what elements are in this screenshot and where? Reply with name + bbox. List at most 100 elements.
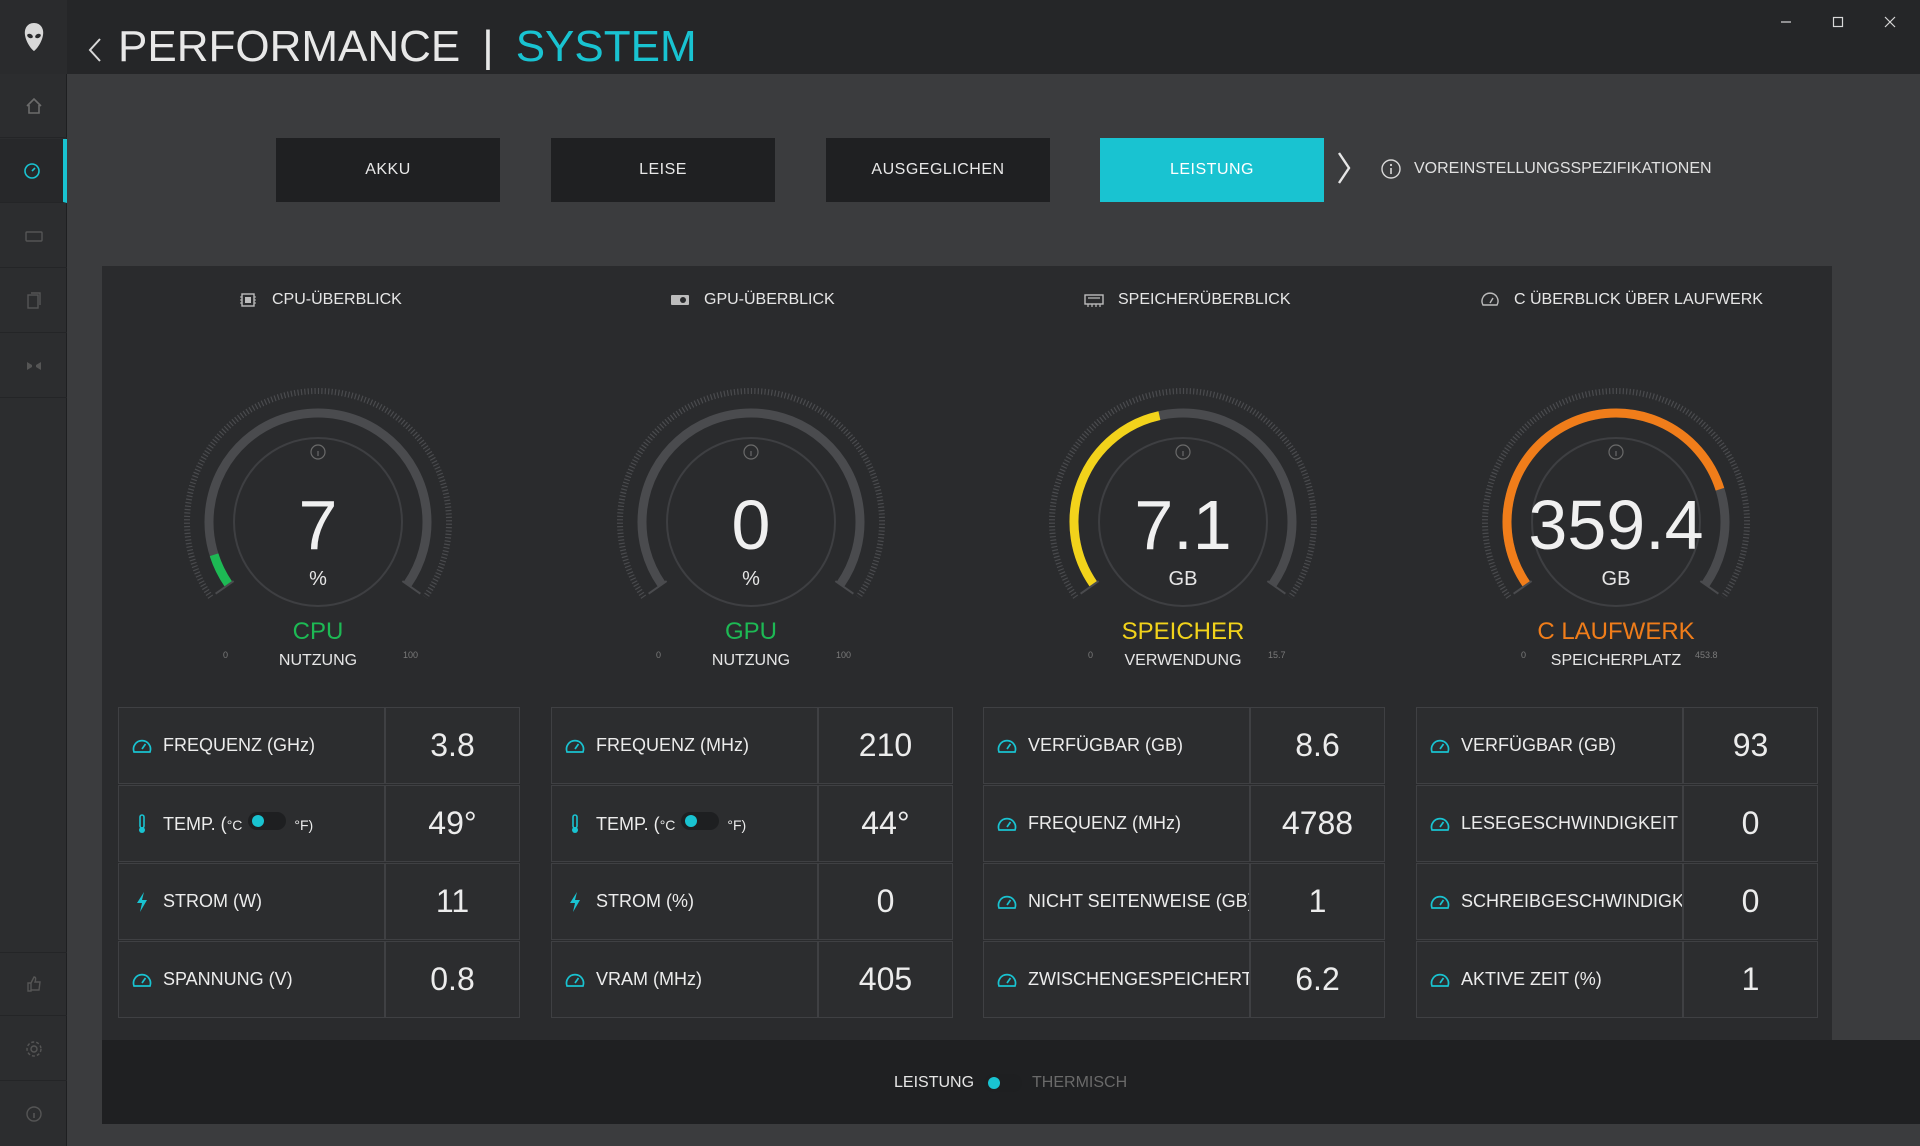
cpu-power-label: STROM (W) xyxy=(163,891,262,911)
speedometer-icon xyxy=(997,973,1017,987)
cpu-temp-unit-toggle[interactable] xyxy=(248,812,287,830)
memory-gauge-min: 0 xyxy=(1088,650,1094,660)
memory-frequency-label: FREQUENZ (MHz) xyxy=(1028,813,1181,833)
memory-usage-unit: GB xyxy=(1168,568,1198,590)
drive-write-speed-row: SCHREIBGESCHWINDIGKEIT 0 xyxy=(1416,863,1818,940)
minimize-button[interactable] xyxy=(1766,8,1806,36)
speedometer-icon xyxy=(997,817,1017,831)
gpu-temp-unit-f: °F) xyxy=(727,817,747,833)
gpu-temp-unit-toggle[interactable] xyxy=(681,812,720,830)
gpu-usage-gauge: 0 % GPU NUTZUNG 0 100 xyxy=(616,372,886,672)
preset-button-leise[interactable]: LEISE xyxy=(551,138,775,202)
preset-button-ausgeglichen[interactable]: AUSGEGLICHEN xyxy=(826,138,1050,202)
preset-button-leistung[interactable]: LEISTUNG xyxy=(1100,138,1324,202)
gpu-temperature-row: TEMP. (°C °F) 44° xyxy=(551,785,953,862)
gear-icon xyxy=(25,1040,42,1057)
speedometer-icon xyxy=(1430,739,1450,753)
sidebar-item-feedback[interactable] xyxy=(0,952,67,1016)
cpu-voltage-value: 0.8 xyxy=(430,961,475,997)
title-separator: | xyxy=(482,22,494,71)
cpu-power-row: STROM (W) 11 xyxy=(118,863,520,940)
drive-active-time-value: 1 xyxy=(1741,961,1760,997)
cpu-frequency-row: FREQUENZ (GHz) 3.8 xyxy=(118,707,520,784)
speedometer-icon xyxy=(1430,817,1450,831)
drive-usage-gauge: 359.4 GB C LAUFWERK SPEICHERPLATZ 0 453.… xyxy=(1481,372,1751,672)
home-icon xyxy=(25,97,42,114)
memory-frequency-row: FREQUENZ (MHz) 4788 xyxy=(983,785,1385,862)
memory-usage-value: 7.1 xyxy=(1134,486,1232,564)
preset-button-akku[interactable]: AKKU xyxy=(276,138,500,202)
sidebar-item-help[interactable] xyxy=(0,1082,67,1146)
keyboard-icon xyxy=(24,230,43,242)
close-button[interactable] xyxy=(1870,8,1910,36)
drive-write-speed-label: SCHREIBGESCHWINDIGKEIT xyxy=(1461,891,1684,911)
preset-next-button[interactable] xyxy=(1330,148,1358,188)
audio-icon xyxy=(26,361,41,370)
alien-logo-icon[interactable] xyxy=(0,0,67,74)
lightning-icon xyxy=(570,891,580,912)
cpu-temp-label: TEMP. ( xyxy=(163,814,227,834)
gpu-gauge-min: 0 xyxy=(656,650,662,660)
info-icon xyxy=(1381,159,1401,179)
gpu-gauge-name: GPU xyxy=(724,618,777,645)
drive-read-speed-row: LESEGESCHWINDIGKEIT (KE 0 xyxy=(1416,785,1818,862)
help-icon xyxy=(25,1106,42,1122)
cpu-temp-unit-f: °F) xyxy=(294,817,314,833)
close-icon xyxy=(1884,16,1896,28)
drive-gauge-min: 0 xyxy=(1521,650,1527,660)
gpu-overview-label: GPU-ÜBERBLICK xyxy=(704,291,835,308)
page-title: PERFORMANCE | SYSTEM xyxy=(118,22,697,72)
gpu-frequency-label: FREQUENZ (MHz) xyxy=(596,735,749,755)
drive-icon xyxy=(1481,292,1499,306)
cpu-gauge-min: 0 xyxy=(223,650,229,660)
cpu-voltage-label: SPANNUNG (V) xyxy=(163,969,293,989)
memory-nonpaged-value: 1 xyxy=(1308,883,1327,919)
title-accent: SYSTEM xyxy=(515,22,697,71)
sidebar-item-settings[interactable] xyxy=(0,1017,67,1081)
cpu-frequency-value: 3.8 xyxy=(430,727,475,763)
cpu-voltage-row: SPANNUNG (V) 0.8 xyxy=(118,941,520,1018)
cpu-temp-unit-c: °C xyxy=(226,817,243,833)
cpu-frequency-label: FREQUENZ (GHz) xyxy=(163,735,315,755)
cpu-stats-table: FREQUENZ (GHz) 3.8 TEMP. (°C °F) 49° STRO… xyxy=(118,707,520,1019)
drive-active-time-row: AKTIVE ZEIT (%) 1 xyxy=(1416,941,1818,1018)
gpu-temp-label: TEMP. ( xyxy=(596,814,660,834)
speedometer-icon xyxy=(997,739,1017,753)
memory-gauge-name: SPEICHER xyxy=(1121,618,1245,645)
gpu-vram-value: 405 xyxy=(858,961,913,997)
chevron-left-icon xyxy=(88,38,101,62)
sidebar-item-performance[interactable] xyxy=(0,139,67,203)
drive-read-speed-label: LESEGESCHWINDIGKEIT (KE xyxy=(1461,813,1682,833)
sidebar-item-lighting[interactable] xyxy=(0,204,67,268)
sidebar-item-library[interactable] xyxy=(0,269,67,333)
sidebar-item-audio[interactable] xyxy=(0,334,67,398)
preset-specs-link[interactable]: VOREINSTELLUNGSSPEZIFIKATIONEN xyxy=(1380,156,1712,182)
memory-nonpaged-label: NICHT SEITENWEISE (GB) xyxy=(1028,891,1251,911)
memory-module-icon xyxy=(1084,294,1104,307)
drive-active-time-label: AKTIVE ZEIT (%) xyxy=(1461,969,1602,989)
memory-overview-label: SPEICHERÜBERBLICK xyxy=(1118,291,1291,308)
drive-usage-unit: GB xyxy=(1601,568,1631,590)
back-button[interactable] xyxy=(88,32,108,68)
speedometer-icon xyxy=(565,739,585,753)
preset-specs-label: VOREINSTELLUNGSSPEZIFIKATIONEN xyxy=(1414,160,1712,177)
cpu-temperature-row: TEMP. (°C °F) 49° xyxy=(118,785,520,862)
speedometer-icon xyxy=(132,739,152,753)
cpu-chip-icon xyxy=(240,293,256,307)
memory-cached-label: ZWISCHENGESPEICHERT (G xyxy=(1028,969,1251,989)
memory-cached-value: 6.2 xyxy=(1295,961,1340,997)
cpu-usage-value: 7 xyxy=(298,486,338,564)
gpu-card-icon xyxy=(671,295,689,305)
gpu-usage-value: 0 xyxy=(731,486,771,564)
sidebar-item-home[interactable] xyxy=(0,74,67,138)
memory-cached-row: ZWISCHENGESPEICHERT (G 6.2 xyxy=(983,941,1385,1018)
mode-toggle[interactable] xyxy=(984,1074,1023,1092)
thermometer-icon xyxy=(572,813,578,833)
memory-overview-heading: SPEICHERÜBERBLICK xyxy=(1084,287,1291,313)
speedometer-icon xyxy=(132,973,152,987)
maximize-button[interactable] xyxy=(1818,8,1858,36)
gpu-frequency-value: 210 xyxy=(858,727,913,763)
drive-gauge-max: 453.8 xyxy=(1695,650,1718,660)
memory-available-row: VERFÜGBAR (GB) 8.6 xyxy=(983,707,1385,784)
cpu-gauge-max: 100 xyxy=(403,650,419,660)
